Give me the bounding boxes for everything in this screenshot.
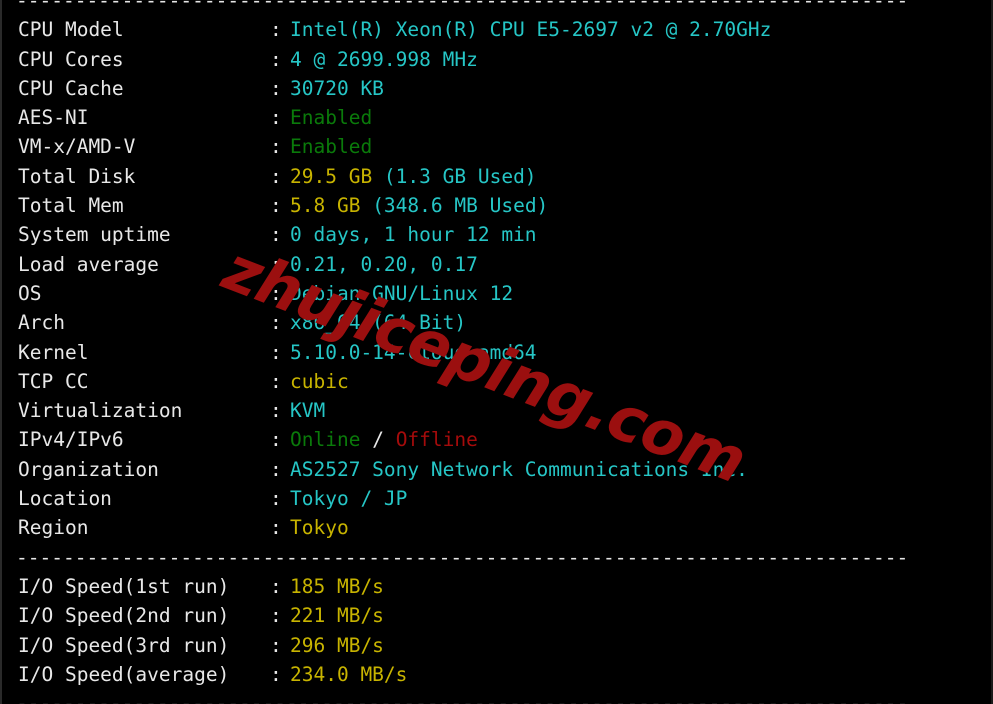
info-row: Total Mem:5.8 GB (348.6 MB Used)	[0, 191, 993, 220]
info-row: VM-x/AMD-V: Enabled	[0, 132, 993, 161]
info-row-value-primary: 5.8 GB	[290, 194, 361, 218]
info-row-value: Enabled	[290, 106, 373, 130]
info-row: Total Disk:29.5 GB (1.3 GB Used)	[0, 162, 993, 191]
info-row: Region: Tokyo	[0, 513, 993, 542]
info-row: I/O Speed(1st run):185 MB/s	[0, 572, 993, 601]
info-row-value: 4 @ 2699.998 MHz	[290, 47, 478, 71]
info-row-label: IPv4/IPv6	[18, 428, 124, 452]
info-row-colon: :	[270, 516, 282, 540]
info-row-value: Intel(R) Xeon(R) CPU E5-2697 v2 @ 2.70GH…	[290, 18, 772, 42]
info-row-label: System uptime	[18, 223, 171, 247]
info-row-colon: :	[270, 252, 282, 276]
info-row-label: AES-NI	[18, 106, 89, 130]
info-row: I/O Speed(average):234.0 MB/s	[0, 660, 993, 689]
info-row: AES-NI: Enabled	[0, 103, 993, 132]
separator-line-bottom: ----------------------------------------…	[16, 692, 909, 704]
info-row-colon: :	[270, 604, 282, 628]
info-row: CPU Model: Intel(R) Xeon(R) CPU E5-2697 v…	[0, 15, 993, 44]
info-row: TCP CC: cubic	[0, 367, 993, 396]
info-row: I/O Speed(2nd run):221 MB/s	[0, 601, 993, 630]
info-row-value-secondary: (1.3 GB Used)	[372, 164, 537, 188]
info-row-colon: :	[270, 633, 282, 657]
info-row-colon: :	[270, 18, 282, 42]
info-row-label: CPU Model	[18, 18, 124, 42]
terminal-screen: ----------------------------------------…	[0, 0, 993, 704]
info-row-value: 296 MB/s	[290, 633, 384, 657]
info-row-value: KVM	[290, 399, 326, 423]
info-row-label: I/O Speed(3rd run)	[18, 633, 230, 657]
info-row-colon: :	[270, 369, 282, 393]
info-row-label: VM-x/AMD-V	[18, 135, 136, 159]
info-row-label: I/O Speed(1st run)	[18, 574, 230, 598]
info-row: Location: Tokyo / JP	[0, 484, 993, 513]
separator-line-middle: ----------------------------------------…	[16, 545, 909, 569]
info-row-label: Arch	[18, 311, 65, 335]
info-row: I/O Speed(3rd run):296 MB/s	[0, 631, 993, 660]
info-row-value: 0 days, 1 hour 12 min	[290, 223, 537, 247]
info-row-colon: :	[270, 340, 282, 364]
info-row-colon: :	[270, 428, 282, 452]
info-row-label: TCP CC	[18, 369, 89, 393]
info-row-value-primary: 29.5 GB	[290, 164, 373, 188]
info-row-colon: :	[270, 106, 282, 130]
separator-line-top: ----------------------------------------…	[16, 0, 909, 12]
info-row-label: Location	[18, 487, 112, 511]
info-row: CPU Cores:4 @ 2699.998 MHz	[0, 45, 993, 74]
info-row-colon: :	[270, 164, 282, 188]
ipv4-status-badge: Online	[290, 428, 361, 452]
info-row: Organization: AS2527 Sony Network Communi…	[0, 455, 993, 484]
info-row-label: I/O Speed(average)	[18, 662, 230, 686]
info-row-value: Tokyo	[290, 516, 349, 540]
info-row-label: Region	[18, 516, 89, 540]
info-row-value: 221 MB/s	[290, 604, 384, 628]
info-row-label: I/O Speed(2nd run)	[18, 604, 230, 628]
info-row-colon: :	[270, 574, 282, 598]
info-row-colon: :	[270, 311, 282, 335]
info-row-value: Debian GNU/Linux 12	[290, 281, 514, 305]
info-row-label: Virtualization	[18, 399, 183, 423]
info-row: Virtualization: KVM	[0, 396, 993, 425]
info-row-colon: :	[270, 76, 282, 100]
info-row-value: 5.10.0-14-cloud-amd64	[290, 340, 537, 364]
info-row-label: CPU Cache	[18, 76, 124, 100]
info-row-label: OS	[18, 281, 42, 305]
info-row: Arch: x86_64 (64 Bit)	[0, 308, 993, 337]
info-row-colon: :	[270, 662, 282, 686]
info-row-label: Load average	[18, 252, 159, 276]
info-row-colon: :	[270, 47, 282, 71]
info-row-value-secondary: (348.6 MB Used)	[360, 194, 549, 218]
info-row-label: Organization	[18, 457, 159, 481]
info-row-value: 234.0 MB/s	[290, 662, 408, 686]
info-row-colon: :	[270, 135, 282, 159]
info-row-label: CPU Cores	[18, 47, 124, 71]
info-row: OS: Debian GNU/Linux 12	[0, 279, 993, 308]
info-row-value: 185 MB/s	[290, 574, 384, 598]
io-speed-block: I/O Speed(1st run):185 MB/s I/O Speed(2nd…	[0, 572, 993, 689]
info-row: IPv4/IPv6: Online / Offline	[0, 425, 993, 454]
info-row-value: Enabled	[290, 135, 373, 159]
info-row-value: AS2527 Sony Network Communications Inc.	[290, 457, 748, 481]
info-row-value: 0.21, 0.20, 0.17	[290, 252, 478, 276]
info-row-colon: :	[270, 399, 282, 423]
info-row-value: Tokyo / JP	[290, 487, 408, 511]
terminal-output: ----------------------------------------…	[0, 0, 993, 704]
info-row: Load average:0.21, 0.20, 0.17	[0, 250, 993, 279]
info-row: System uptime:0 days, 1 hour 12 min	[0, 220, 993, 249]
status-divider: /	[360, 428, 396, 452]
info-row-value: 30720 KB	[290, 76, 384, 100]
info-row-value: x86_64 (64 Bit)	[290, 311, 467, 335]
ipv6-status-badge: Offline	[395, 428, 478, 452]
info-row: Kernel:5.10.0-14-cloud-amd64	[0, 338, 993, 367]
info-row-colon: :	[270, 194, 282, 218]
info-row-colon: :	[270, 223, 282, 247]
info-row-label: Total Mem	[18, 194, 124, 218]
info-row-colon: :	[270, 487, 282, 511]
info-row-label: Kernel	[18, 340, 89, 364]
info-row-colon: :	[270, 281, 282, 305]
info-row-label: Total Disk	[18, 164, 136, 188]
info-row: CPU Cache:30720 KB	[0, 74, 993, 103]
info-row-colon: :	[270, 457, 282, 481]
info-row-value: cubic	[290, 369, 349, 393]
system-info-block: CPU Model: Intel(R) Xeon(R) CPU E5-2697 v…	[0, 15, 993, 542]
